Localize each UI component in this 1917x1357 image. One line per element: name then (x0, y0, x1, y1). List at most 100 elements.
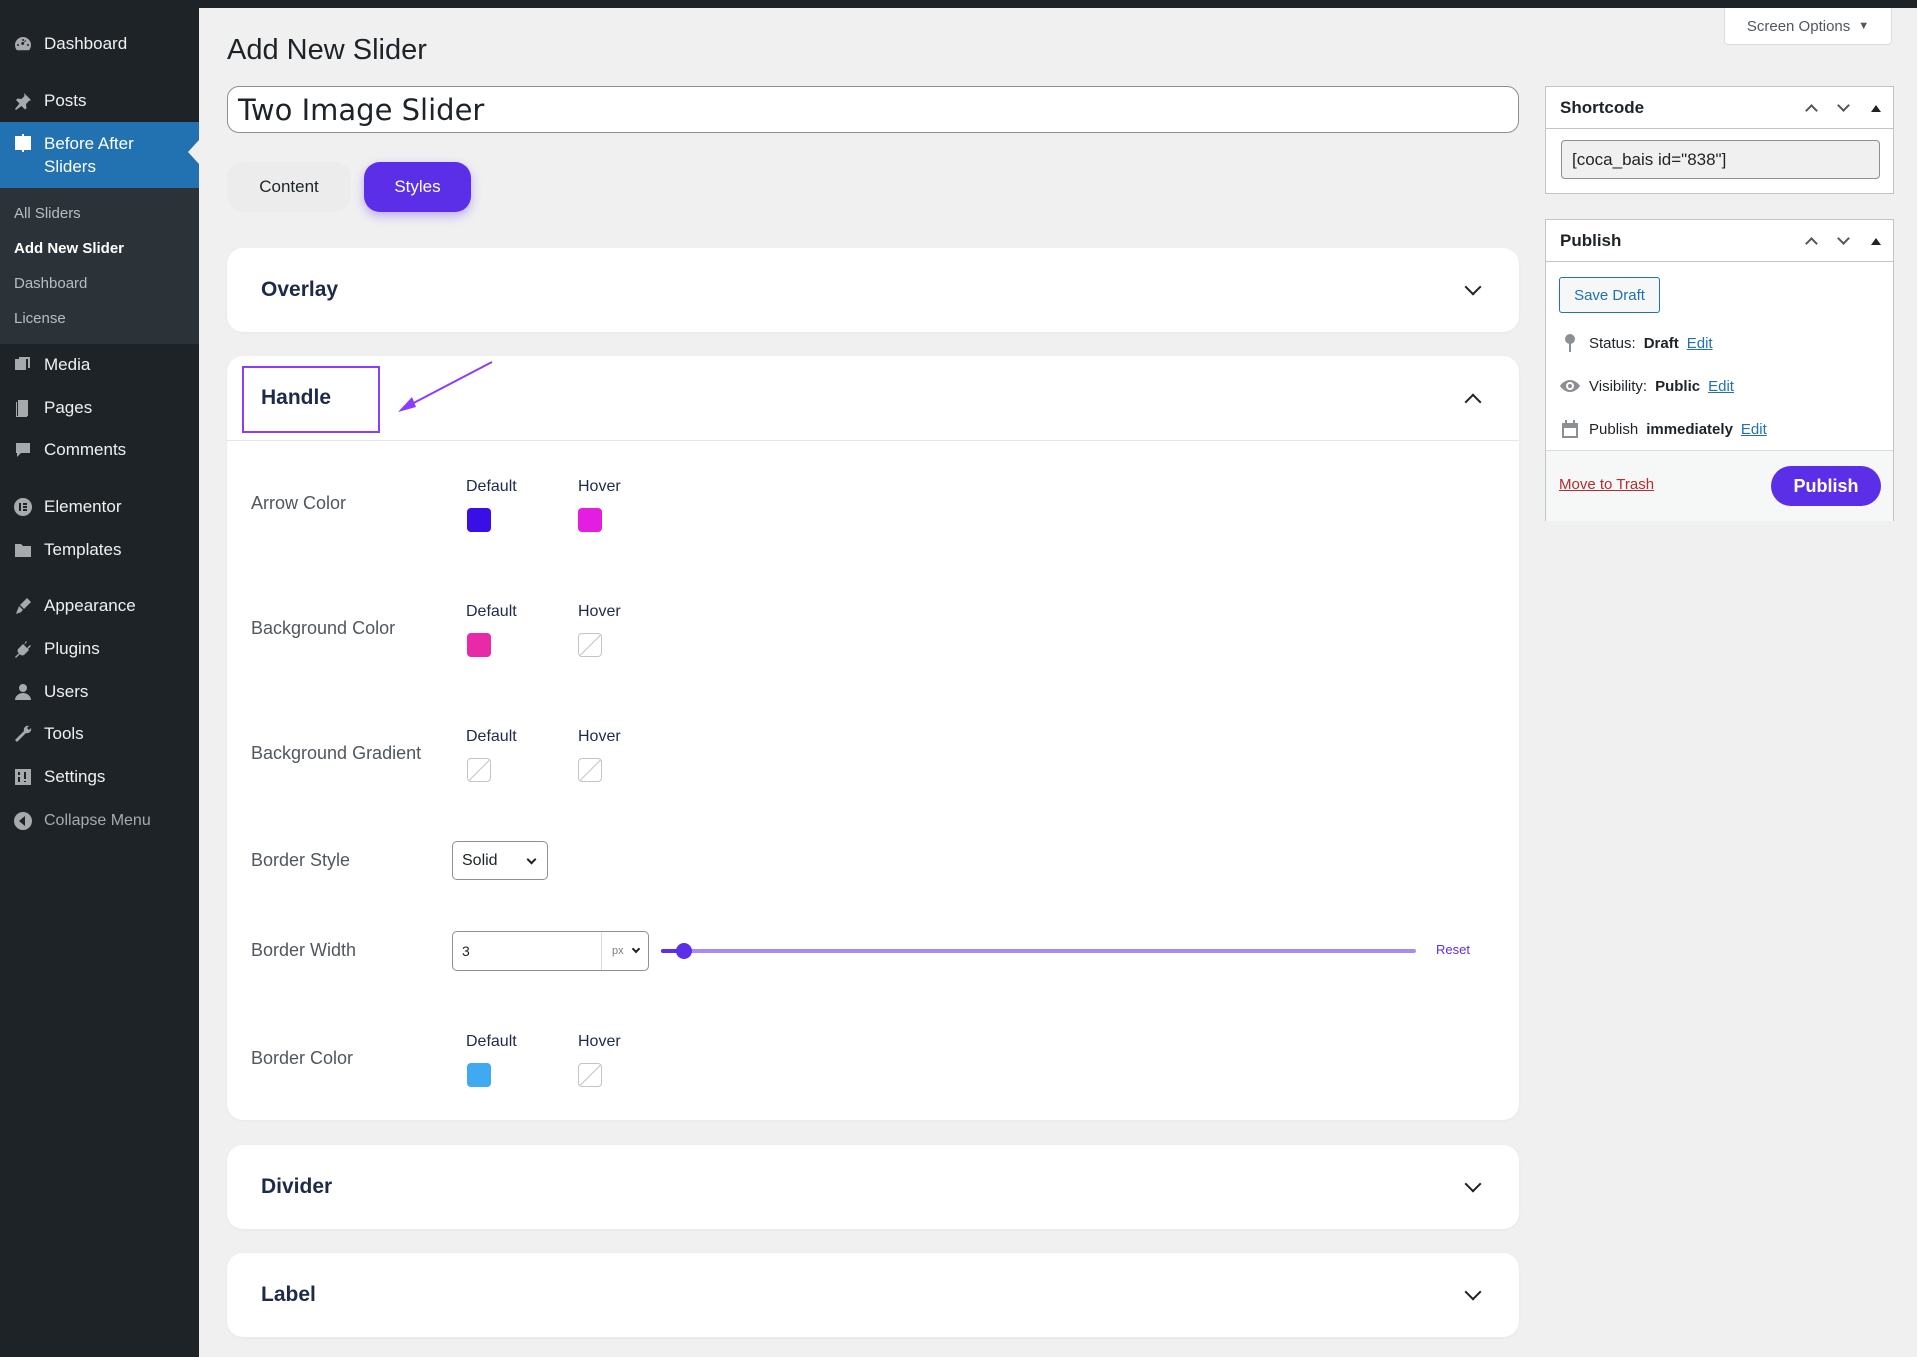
menu-label: Before After Sliders (44, 132, 134, 178)
move-up-icon[interactable] (1802, 99, 1820, 117)
panel-divider (227, 440, 1519, 441)
background-gradient-label: Background Gradient (251, 743, 422, 763)
background-color-default-swatch[interactable] (467, 633, 491, 657)
slider-title-input[interactable]: Two Image Slider (227, 86, 1519, 133)
edit-visibility-link[interactable]: Edit (1708, 378, 1734, 395)
chevron-down-icon (526, 854, 537, 865)
shortcode-field[interactable]: [coca_bais id="838"] (1561, 140, 1880, 179)
menu-pages[interactable]: Pages (0, 390, 199, 426)
panel-title: Divider (261, 1175, 333, 1198)
menu-media[interactable]: Media (0, 347, 199, 383)
wrench-icon (12, 723, 34, 745)
menu-settings[interactable]: Settings (0, 759, 199, 795)
background-color-label: Background Color (251, 618, 396, 638)
annotation-arrow-icon (398, 361, 493, 412)
menu-dashboard[interactable]: Dashboard (0, 26, 199, 62)
menu-posts[interactable]: Posts (0, 83, 199, 119)
handle-panel: Handle Arrow Color Default Hover Backgro… (227, 356, 1519, 1120)
postbox-title: Publish (1560, 230, 1622, 250)
background-gradient-default-swatch[interactable] (467, 758, 491, 782)
visibility-row: Visibility: Public Edit (1559, 375, 1734, 397)
border-color-hover-swatch[interactable] (578, 1063, 602, 1087)
move-up-icon[interactable] (1802, 232, 1820, 250)
page-icon (12, 397, 34, 419)
menu-label: Posts (44, 91, 87, 110)
visibility-label: Visibility: (1589, 377, 1648, 395)
divider-panel-header[interactable]: Divider (227, 1145, 1519, 1229)
tab-styles[interactable]: Styles (364, 162, 471, 212)
background-gradient-hover-swatch[interactable] (578, 758, 602, 782)
collapse-icon (12, 810, 34, 832)
calendar-icon (1559, 418, 1581, 440)
reset-link[interactable]: Reset (1436, 942, 1470, 957)
shortcode-postbox: Shortcode [coca_bais id="838"] (1545, 86, 1894, 194)
pin-icon (1559, 332, 1581, 354)
save-draft-button[interactable]: Save Draft (1559, 277, 1660, 313)
tab-content[interactable]: Content (227, 162, 351, 212)
status-value: Draft (1643, 334, 1679, 352)
menu-label-line2: Sliders (44, 157, 96, 176)
hover-label: Hover (578, 1033, 621, 1050)
chevron-down-icon (1464, 1175, 1482, 1193)
overlay-panel: Overlay (227, 248, 1519, 332)
arrow-color-hover-swatch[interactable] (578, 508, 602, 532)
media-icon (12, 354, 34, 376)
slider-handle[interactable] (676, 943, 692, 959)
panel-title: Overlay (261, 278, 339, 301)
menu-templates[interactable]: Templates (0, 532, 199, 568)
menu-label: Elementor (44, 497, 122, 516)
menu-label: Appearance (44, 596, 136, 615)
submenu-all-sliders[interactable]: All Sliders (14, 205, 81, 222)
border-width-input[interactable]: 3 px (452, 931, 649, 971)
screen-options-label: Screen Options (1746, 17, 1851, 35)
submenu-add-new-slider[interactable]: Add New Slider (14, 240, 124, 257)
user-icon (12, 681, 34, 703)
border-color-label: Border Color (251, 1048, 354, 1068)
menu-plugins[interactable]: Plugins (0, 631, 199, 667)
admin-bar (0, 0, 1917, 8)
pin-icon (12, 90, 34, 112)
border-width-slider[interactable] (661, 943, 1416, 959)
publish-button[interactable]: Publish (1771, 466, 1881, 506)
menu-appearance[interactable]: Appearance (0, 588, 199, 624)
menu-label: Plugins (44, 639, 100, 658)
edit-publish-date-link[interactable]: Edit (1741, 421, 1767, 438)
overlay-panel-header[interactable]: Overlay (227, 248, 1519, 332)
current-menu-indicator (188, 140, 199, 164)
toggle-panel-icon[interactable] (1867, 232, 1885, 250)
publish-actions: Move to Trash Publish (1546, 450, 1893, 521)
arrow-color-default-swatch[interactable] (467, 508, 491, 532)
menu-before-after-sliders[interactable]: Before After Sliders (0, 122, 199, 188)
menu-tools[interactable]: Tools (0, 716, 199, 752)
border-style-select[interactable]: Solid (452, 841, 548, 880)
edit-status-link[interactable]: Edit (1687, 335, 1713, 352)
plug-icon (12, 638, 34, 660)
chevron-up-icon (1464, 393, 1482, 411)
default-label: Default (466, 603, 517, 620)
background-color-hover-swatch[interactable] (578, 633, 602, 657)
border-color-default-swatch[interactable] (467, 1063, 491, 1087)
menu-elementor[interactable]: Elementor (0, 489, 199, 525)
screen-options-button[interactable]: Screen Options ▼ (1724, 8, 1892, 45)
menu-users[interactable]: Users (0, 674, 199, 710)
move-to-trash-link[interactable]: Move to Trash (1559, 476, 1654, 493)
unit-select[interactable]: px (601, 932, 648, 970)
comment-icon (12, 439, 34, 461)
menu-comments[interactable]: Comments (0, 432, 199, 468)
move-down-icon[interactable] (1834, 232, 1852, 250)
submenu-dashboard[interactable]: Dashboard (14, 275, 87, 292)
submenu-license[interactable]: License (14, 310, 66, 327)
submenu: All Sliders Add New Slider Dashboard Lic… (0, 188, 199, 344)
status-label: Status: (1589, 334, 1636, 352)
postbox-header: Shortcode (1546, 87, 1893, 129)
toggle-panel-icon[interactable] (1867, 99, 1885, 117)
default-label: Default (466, 1033, 517, 1050)
move-down-icon[interactable] (1834, 99, 1852, 117)
chevron-down-icon (1464, 1283, 1482, 1301)
label-panel: Label (227, 1253, 1519, 1337)
label-panel-header[interactable]: Label (227, 1253, 1519, 1337)
menu-collapse[interactable]: Collapse Menu (0, 803, 199, 839)
elementor-icon (12, 496, 34, 518)
menu-label: Templates (44, 540, 122, 559)
menu-label: Media (44, 355, 91, 374)
